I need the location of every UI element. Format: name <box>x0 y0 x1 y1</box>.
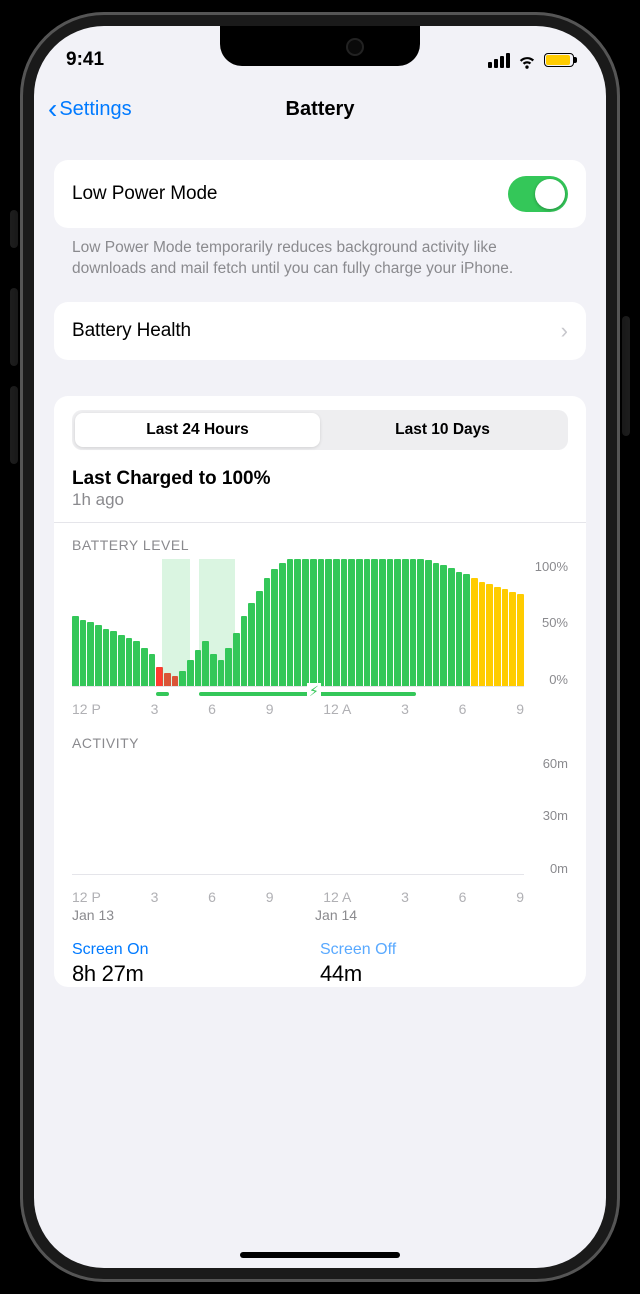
lpm-label: Low Power Mode <box>72 183 217 205</box>
activity-label: ACTIVITY <box>54 735 586 757</box>
seg-10d[interactable]: Last 10 Days <box>320 413 565 447</box>
battery-health-row[interactable]: Battery Health › <box>54 302 586 360</box>
home-indicator[interactable] <box>240 1252 400 1258</box>
time-range-segmented[interactable]: Last 24 Hours Last 10 Days <box>72 410 568 450</box>
screen-on-label: Screen On <box>72 941 320 959</box>
screen-on-value: 8h 27m <box>72 959 320 987</box>
page-title: Battery <box>286 98 355 121</box>
usage-card: Last 24 Hours Last 10 Days Last Charged … <box>54 396 586 987</box>
last-charge-title: Last Charged to 100% <box>54 468 586 490</box>
notch <box>220 26 420 66</box>
cellular-icon <box>488 53 510 68</box>
bolt-icon: ⚡︎ <box>307 683 321 700</box>
chevron-right-icon: › <box>561 318 568 344</box>
screen-off-stat: Screen Off 44m <box>320 941 568 987</box>
chevron-left-icon: ‹ <box>48 95 57 123</box>
screen-off-value: 44m <box>320 959 568 987</box>
screen-on-stat: Screen On 8h 27m <box>72 941 320 987</box>
date-axis: Jan 13Jan 14 <box>54 905 586 923</box>
back-label: Settings <box>59 98 131 121</box>
battery-icon <box>544 53 574 67</box>
last-charge-sub: 1h ago <box>54 490 586 522</box>
status-time: 9:41 <box>66 49 104 71</box>
battery-x-axis: 12 P36912 A369 <box>72 701 524 717</box>
battery-health-label: Battery Health <box>72 320 191 342</box>
battery-level-label: BATTERY LEVEL <box>54 537 586 559</box>
screen-off-label: Screen Off <box>320 941 568 959</box>
activity-chart: 60m30m0m <box>72 757 568 875</box>
activity-x-axis: 12 P36912 A369 <box>72 889 524 905</box>
wifi-icon <box>517 50 537 70</box>
nav-bar: ‹ Settings Battery <box>34 82 606 136</box>
low-power-mode-card: Low Power Mode <box>54 160 586 228</box>
seg-24h[interactable]: Last 24 Hours <box>75 413 320 447</box>
lpm-description: Low Power Mode temporarily reduces backg… <box>54 228 586 280</box>
back-button[interactable]: ‹ Settings <box>48 95 132 123</box>
lpm-toggle[interactable] <box>508 176 568 212</box>
battery-level-chart: ⚡︎ 100%50%0% <box>72 559 568 687</box>
